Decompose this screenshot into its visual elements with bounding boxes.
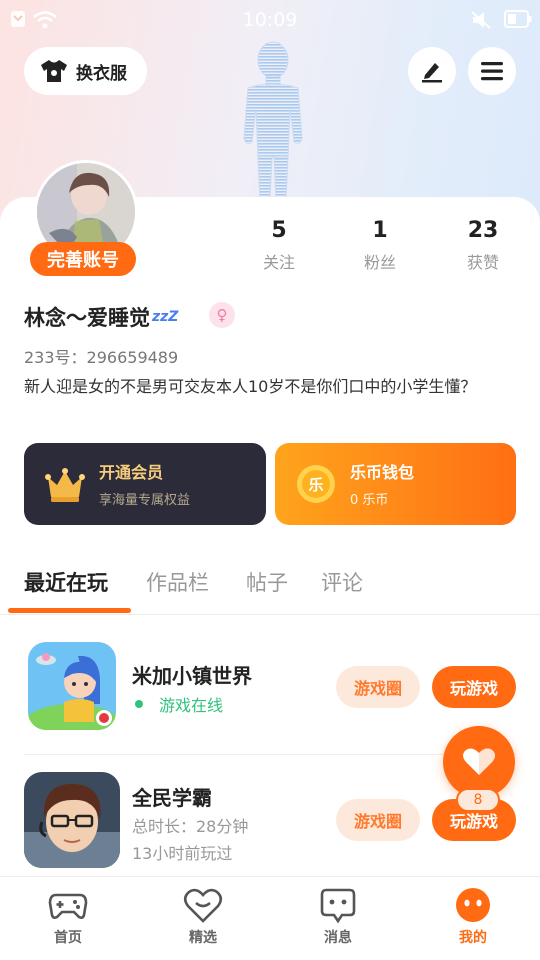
nav-item-messages[interactable]: 消息 [288, 885, 388, 947]
game-circle-button[interactable]: 游戏圈 [336, 666, 420, 708]
sleep-emoji: zzZ [152, 309, 179, 325]
online-dot-icon [135, 700, 143, 708]
character-figure [243, 41, 303, 200]
bottom-navigation: 首页 精选 消息 我的 [0, 876, 540, 960]
status-bar: 10:09 [0, 0, 540, 40]
menu-button[interactable] [468, 47, 516, 95]
tshirt-icon [41, 60, 67, 82]
battery-icon [504, 10, 532, 28]
wallet-card[interactable]: 乐 乐币钱包 0 乐币 [275, 443, 516, 525]
gamepad-icon [48, 893, 88, 919]
user-bio: 新人迎是女的不是男可交友本人10岁不是你们口中的小学生懂？ [24, 377, 477, 396]
nav-item-profile[interactable]: 我的 [423, 885, 523, 947]
user-id[interactable]: 233号：296659489 [24, 344, 178, 368]
crown-icon [45, 468, 85, 502]
pencil-icon [422, 63, 442, 83]
quanmin-xueba-icon [24, 772, 120, 868]
tab-comments[interactable]: 评论 [321, 567, 363, 597]
coin-icon: 乐 [297, 465, 335, 503]
chat-icon [320, 888, 356, 924]
row-divider [24, 754, 516, 755]
profile-face-icon [456, 888, 490, 922]
stat-following[interactable]: 5 关注 [239, 218, 319, 273]
stat-following-value: 5 [271, 218, 287, 243]
miga-town-icon [28, 642, 116, 730]
vip-subtitle: 享海量专属权益 [99, 493, 191, 508]
dress-up-button[interactable]: 换衣服 [24, 47, 147, 95]
coin-glyph: 乐 [308, 476, 323, 494]
like-count: 8 [456, 788, 500, 812]
heart-icon [463, 748, 495, 775]
edit-profile-button[interactable] [408, 47, 456, 95]
stat-following-label: 关注 [262, 253, 295, 272]
stat-fans-label: 粉丝 [363, 253, 396, 272]
user-name: 林念～爱睡觉 zzZ [24, 302, 178, 332]
stat-likes[interactable]: 23 获赞 [443, 218, 523, 273]
vip-title: 开通会员 [99, 463, 164, 482]
mute-icon [471, 11, 491, 29]
play-game-button[interactable]: 玩游戏 [432, 666, 516, 708]
online-status-text: 游戏在线 [159, 696, 224, 715]
tab-posts[interactable]: 帖子 [246, 567, 288, 597]
heart-badge-icon [183, 888, 223, 923]
game-circle-button[interactable]: 游戏圈 [336, 799, 420, 841]
stat-likes-label: 获赞 [466, 253, 499, 272]
tab-works[interactable]: 作品栏 [146, 567, 209, 597]
active-tab-indicator [8, 608, 131, 613]
stat-likes-value: 23 [467, 218, 499, 243]
nav-label-messages: 消息 [324, 930, 352, 946]
tab-recently-played[interactable]: 最近在玩 [24, 567, 108, 597]
nav-item-featured[interactable]: 精选 [153, 885, 253, 947]
wallet-title: 乐币钱包 [350, 463, 415, 482]
game-icon-miga-town[interactable] [28, 642, 116, 730]
total-playtime: 总时长：28分钟 [132, 817, 249, 836]
dress-up-label: 换衣服 [76, 63, 127, 84]
tab-divider [0, 614, 540, 615]
game-title-miga-town[interactable]: 米加小镇世界 [132, 660, 252, 689]
last-played: 13小时前玩过 [132, 844, 233, 863]
nav-label-profile: 我的 [459, 930, 487, 946]
wallet-balance: 0 乐币 [350, 493, 389, 508]
female-gender-icon: ♀ [209, 302, 235, 328]
menu-icon [481, 62, 503, 81]
vip-card[interactable]: 开通会员 享海量专属权益 [24, 443, 266, 525]
user-name-text: 林念～爱睡觉 [24, 306, 150, 330]
status-time: 10:09 [242, 9, 298, 31]
nav-label-featured: 精选 [189, 930, 217, 946]
stat-fans-value: 1 [372, 218, 388, 243]
nav-label-home: 首页 [54, 930, 82, 946]
complete-account-badge[interactable]: 完善账号 [30, 242, 136, 276]
nav-item-home[interactable]: 首页 [18, 885, 118, 947]
game-title-quanmin-xueba[interactable]: 全民学霸 [132, 782, 212, 811]
stat-fans[interactable]: 1 粉丝 [340, 218, 420, 273]
online-status: 游戏在线 [132, 692, 223, 716]
game-icon-quanmin-xueba[interactable] [24, 772, 120, 868]
